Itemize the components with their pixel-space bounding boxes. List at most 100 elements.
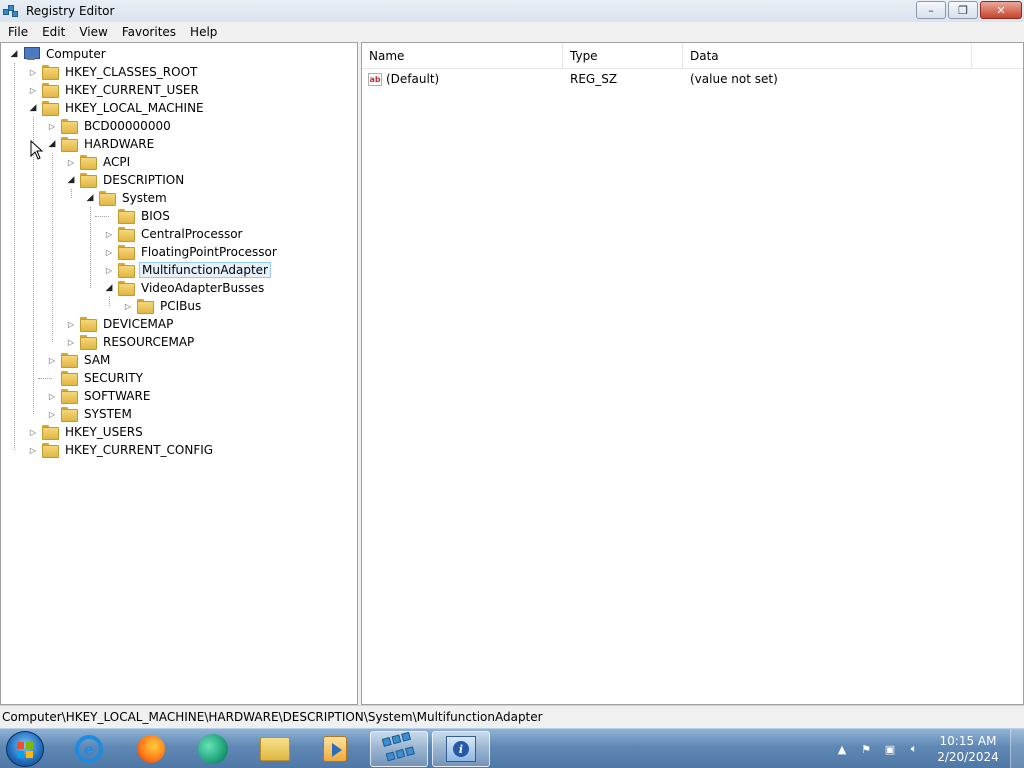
- tree-item[interactable]: ▷ SOFTWARE: [47, 387, 152, 405]
- tree-item-label: HKEY_LOCAL_MACHINE: [65, 101, 204, 115]
- collapse-arrow-icon[interactable]: ◢: [66, 171, 76, 189]
- folder-icon: [61, 119, 78, 134]
- network-icon[interactable]: ▣: [881, 740, 899, 758]
- tree-item[interactable]: ▷ ACPI: [66, 153, 132, 171]
- show-desktop-button[interactable]: [1010, 729, 1024, 768]
- tree-item[interactable]: ◢ System: [85, 189, 169, 207]
- system-tray: ▲ ⚑ ▣ 🔈︎ 10:15 AM 2/20/2024: [830, 729, 1024, 768]
- folder-icon: [80, 173, 97, 188]
- expand-arrow-icon[interactable]: ▷: [28, 81, 38, 99]
- collapse-arrow-icon[interactable]: ◢: [104, 279, 114, 297]
- tree-item[interactable]: ◢ Computer: [9, 45, 108, 63]
- tree-item[interactable]: ◢ HKEY_LOCAL_MACHINE: [28, 99, 206, 117]
- folder-icon: [80, 335, 97, 350]
- maximize-button[interactable]: ❐: [948, 1, 978, 19]
- firefox-icon[interactable]: [126, 731, 176, 767]
- menu-file[interactable]: File: [0, 25, 34, 39]
- menu-favorites[interactable]: Favorites: [114, 25, 182, 39]
- action-center-flag-icon[interactable]: ⚑: [857, 740, 875, 758]
- tree-item-label: RESOURCEMAP: [103, 335, 195, 349]
- expand-arrow-icon[interactable]: ▷: [104, 243, 114, 261]
- expand-arrow-icon[interactable]: ▷: [123, 297, 133, 315]
- media-player-icon[interactable]: [310, 731, 360, 767]
- volume-muted-icon[interactable]: 🔈︎: [905, 740, 923, 758]
- tree-connector: [52, 153, 53, 342]
- list-item[interactable]: ab (Default) REG_SZ (value not set): [362, 69, 1023, 89]
- tree-item[interactable]: ▷ CentralProcessor: [104, 225, 245, 243]
- clock[interactable]: 10:15 AM 2/20/2024: [926, 733, 1010, 765]
- menu-view[interactable]: View: [71, 25, 113, 39]
- folder-icon: [118, 263, 135, 278]
- tree-item[interactable]: BIOS: [104, 207, 172, 225]
- expand-arrow-icon[interactable]: ▷: [47, 117, 57, 135]
- tree-item[interactable]: ▷ PCIBus: [123, 297, 203, 315]
- expand-arrow-icon[interactable]: ▷: [104, 261, 114, 279]
- tree-item[interactable]: ▷ MultifunctionAdapter: [104, 261, 271, 279]
- minimize-button[interactable]: –: [916, 1, 946, 19]
- tree-connector: [14, 63, 15, 450]
- registry-editor-taskbar-button[interactable]: [370, 731, 428, 767]
- expand-arrow-icon[interactable]: ▷: [47, 351, 57, 369]
- tree-item[interactable]: SECURITY: [47, 369, 145, 387]
- folder-icon: [99, 191, 116, 206]
- tree-item-label: DESCRIPTION: [103, 173, 185, 187]
- show-hidden-icons-icon[interactable]: ▲: [833, 740, 851, 758]
- tree-item[interactable]: ▷ HKEY_USERS: [28, 423, 145, 441]
- expand-arrow-icon[interactable]: ▷: [28, 423, 38, 441]
- expand-arrow-icon[interactable]: ▷: [66, 315, 76, 333]
- expand-arrow-icon[interactable]: ▷: [47, 405, 57, 423]
- tree-item[interactable]: ◢ VideoAdapterBusses: [104, 279, 266, 297]
- tree-connector: [33, 117, 34, 414]
- expand-arrow-icon[interactable]: ▷: [28, 63, 38, 81]
- tree-item[interactable]: ▷ HKEY_CURRENT_CONFIG: [28, 441, 215, 459]
- tree-connector: [109, 297, 110, 306]
- column-name[interactable]: Name: [362, 43, 563, 69]
- tree-item[interactable]: ▷ HKEY_CLASSES_ROOT: [28, 63, 199, 81]
- tree-item-label: ACPI: [103, 155, 131, 169]
- tree-item-label: PCIBus: [160, 299, 202, 313]
- tree-item-label: SOFTWARE: [84, 389, 151, 403]
- registry-editor-icon: [381, 731, 416, 766]
- tree-item[interactable]: ◢ DESCRIPTION: [66, 171, 186, 189]
- start-button[interactable]: [6, 731, 44, 767]
- menu-edit[interactable]: Edit: [34, 25, 71, 39]
- value-name: (Default): [386, 72, 440, 86]
- tree-item-label: System: [122, 191, 167, 205]
- expand-arrow-icon[interactable]: ▷: [28, 441, 38, 459]
- expand-arrow-icon[interactable]: ▷: [104, 225, 114, 243]
- file-explorer-icon[interactable]: [250, 731, 300, 767]
- tree-item[interactable]: ▷ DEVICEMAP: [66, 315, 175, 333]
- tree-item[interactable]: ▷ HKEY_CURRENT_USER: [28, 81, 201, 99]
- tree-item[interactable]: ▷ SAM: [47, 351, 112, 369]
- list-header: Name Type Data: [362, 43, 1023, 69]
- tree-item[interactable]: ▷ FloatingPointProcessor: [104, 243, 279, 261]
- expand-arrow-icon[interactable]: ▷: [66, 153, 76, 171]
- collapse-arrow-icon[interactable]: ◢: [47, 135, 57, 153]
- collapse-arrow-icon[interactable]: ◢: [9, 45, 19, 63]
- expand-arrow-icon[interactable]: ▷: [47, 387, 57, 405]
- tree-item-label: Computer: [46, 47, 106, 61]
- column-type[interactable]: Type: [563, 43, 683, 69]
- folder-icon: [42, 443, 59, 458]
- tree-item[interactable]: ▷ BCD00000000: [47, 117, 173, 135]
- tree-item[interactable]: ◢ HARDWARE: [47, 135, 156, 153]
- collapse-arrow-icon[interactable]: ◢: [85, 189, 95, 207]
- folder-icon: [61, 407, 78, 422]
- edge-icon[interactable]: [188, 731, 238, 767]
- tree-item[interactable]: ▷ SYSTEM: [47, 405, 134, 423]
- tree-item[interactable]: ▷ RESOURCEMAP: [66, 333, 196, 351]
- folder-icon: [80, 317, 97, 332]
- folder-icon: [61, 353, 78, 368]
- collapse-arrow-icon[interactable]: ◢: [28, 99, 38, 117]
- registry-tree[interactable]: ◢ Computer ▷ HKEY_CLASSES_ROOT ▷ HKEY_CURRENT…: [0, 42, 358, 705]
- menu-help[interactable]: Help: [182, 25, 223, 39]
- expand-arrow-icon[interactable]: ▷: [66, 333, 76, 351]
- folder-icon: [61, 137, 78, 152]
- system-information-taskbar-button[interactable]: i: [432, 731, 490, 767]
- internet-explorer-icon[interactable]: e: [64, 731, 114, 767]
- value-data: (value not set): [690, 72, 778, 86]
- close-button[interactable]: ✕: [980, 1, 1022, 19]
- values-list[interactable]: Name Type Data ab (Default) REG_SZ (valu…: [361, 42, 1024, 705]
- column-data[interactable]: Data: [683, 43, 972, 69]
- menu-bar: File Edit View Favorites Help: [0, 22, 1024, 42]
